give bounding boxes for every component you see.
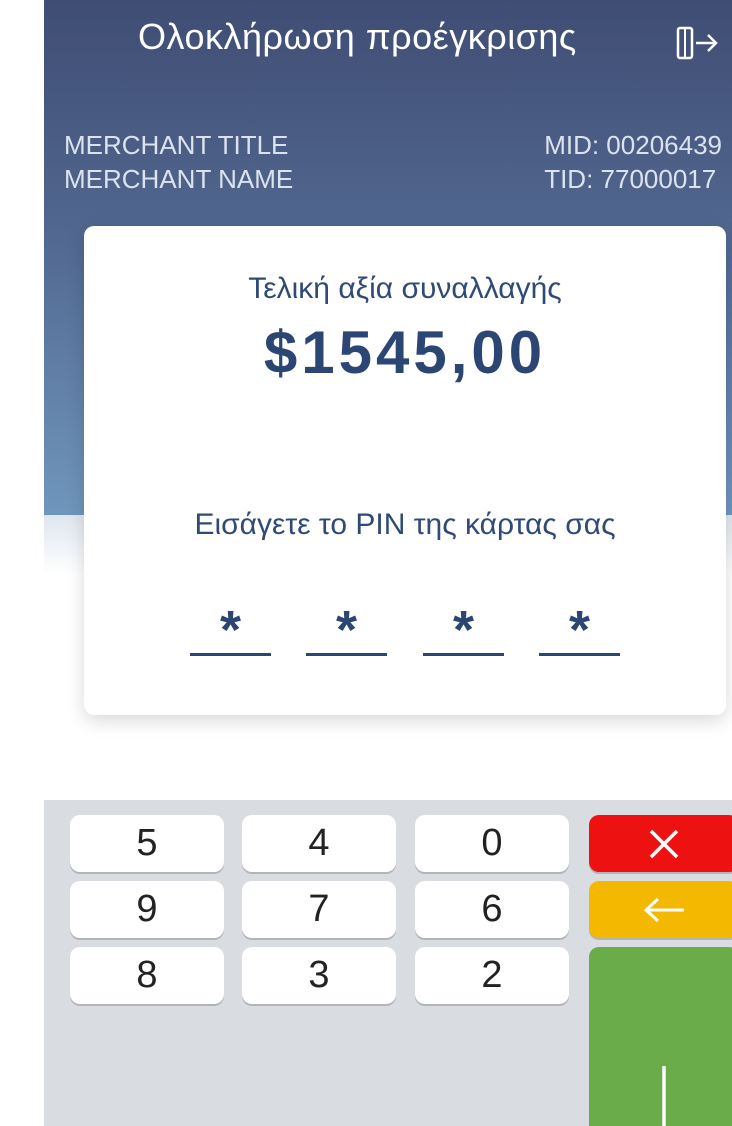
amount-label: Τελική αξία συναλλαγής bbox=[248, 272, 562, 305]
pin-label: Εισάγετε το PIN της κάρτας σας bbox=[194, 508, 616, 541]
merchant-info: MERCHANT TITLE MERCHANT NAME bbox=[64, 128, 293, 196]
terminal-id: TID: 77000017 bbox=[544, 164, 717, 194]
transaction-card: Τελική αξία συναλλαγής $1545,00 Εισάγετε… bbox=[84, 226, 726, 715]
merchant-title: MERCHANT TITLE bbox=[64, 130, 289, 160]
page-title: Ολοκλήρωση προέγκρισης bbox=[138, 16, 577, 57]
pin-digit-2: * bbox=[306, 600, 387, 660]
backspace-button[interactable] bbox=[589, 881, 732, 938]
pin-digit-3: * bbox=[423, 600, 504, 660]
key-5[interactable]: 5 bbox=[70, 815, 224, 872]
key-9[interactable]: 9 bbox=[70, 881, 224, 938]
key-6[interactable]: 6 bbox=[415, 881, 569, 938]
amount-value: $1545,00 bbox=[263, 319, 547, 386]
merchant-name: MERCHANT NAME bbox=[64, 164, 294, 194]
key-4[interactable]: 4 bbox=[242, 815, 396, 872]
enter-icon bbox=[662, 1066, 666, 1126]
exit-door-icon[interactable] bbox=[676, 26, 720, 60]
merchant-id: MID: 00206439 bbox=[544, 130, 722, 160]
key-0[interactable]: 0 bbox=[415, 815, 569, 872]
arrow-left-icon bbox=[643, 897, 684, 922]
close-icon bbox=[649, 829, 679, 858]
key-3[interactable]: 3 bbox=[242, 947, 396, 1004]
pin-digit-1: * bbox=[190, 600, 271, 660]
key-7[interactable]: 7 bbox=[242, 881, 396, 938]
pin-digit-4: * bbox=[539, 600, 620, 660]
confirm-button[interactable] bbox=[589, 947, 732, 1126]
terminal-info: MID: 00206439 TID: 77000017 bbox=[544, 128, 722, 196]
pin-keypad: 5 4 0 9 7 6 8 3 2 bbox=[44, 800, 732, 1126]
key-8[interactable]: 8 bbox=[70, 947, 224, 1004]
pin-entry: * * * * bbox=[190, 600, 630, 660]
key-2[interactable]: 2 bbox=[415, 947, 569, 1004]
cancel-button[interactable] bbox=[589, 815, 732, 872]
